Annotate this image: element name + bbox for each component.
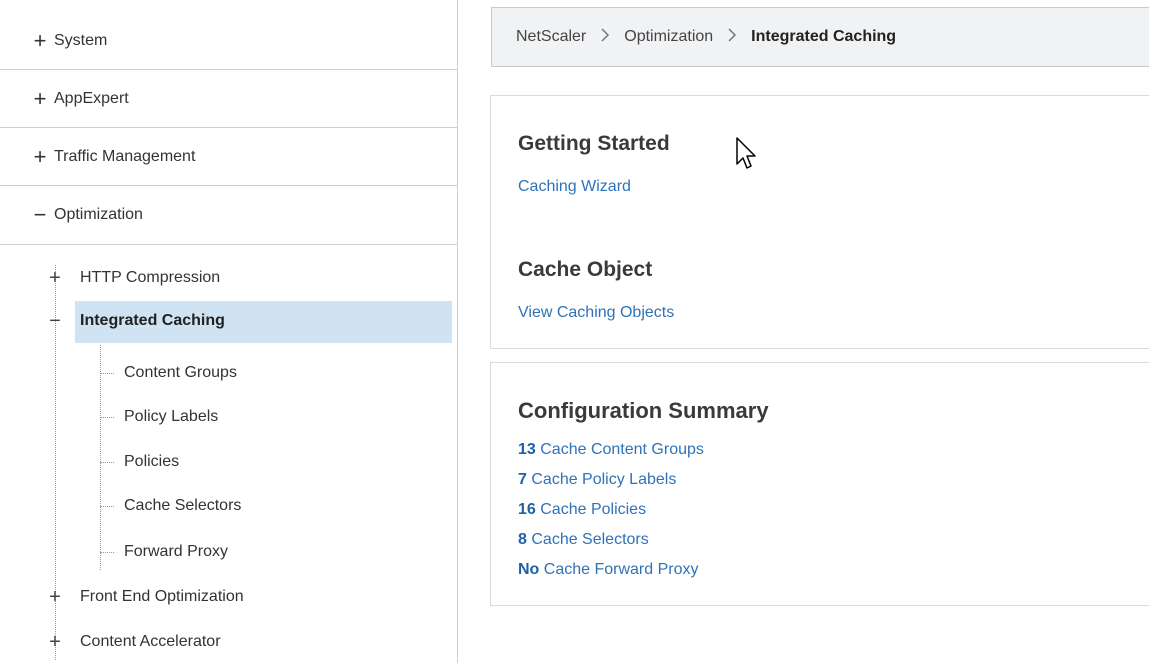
- expand-plus-icon: +: [49, 586, 61, 608]
- sidebar-item-cache-selectors[interactable]: Cache Selectors: [100, 490, 241, 522]
- summary-count: 13: [518, 441, 536, 458]
- summary-count: 7: [518, 471, 527, 488]
- sidebar-item-label: Policies: [124, 453, 180, 470]
- caching-wizard-link[interactable]: Caching Wizard: [518, 178, 631, 196]
- summary-count: No: [518, 561, 540, 578]
- summary-row-policies[interactable]: 16 Cache Policies: [518, 495, 704, 525]
- sidebar-item-content-accelerator[interactable]: + Content Accelerator: [45, 622, 221, 662]
- sidebar-item-label: Content Groups: [124, 364, 237, 381]
- getting-started-heading: Getting Started: [518, 132, 670, 155]
- sidebar-item-label: HTTP Compression: [80, 269, 221, 286]
- sidebar-nav: + System + AppExpert + Traffic Managemen…: [0, 0, 458, 663]
- tree-connector: [100, 416, 114, 418]
- summary-count: 8: [518, 531, 527, 548]
- summary-row-forward-proxy[interactable]: No Cache Forward Proxy: [518, 555, 704, 585]
- chevron-right-icon: [727, 27, 737, 48]
- sidebar-item-http-compression[interactable]: + HTTP Compression: [45, 258, 220, 298]
- sidebar-item-appexpert[interactable]: + AppExpert: [0, 70, 457, 128]
- sidebar-item-label: Integrated Caching: [80, 312, 225, 329]
- chevron-right-icon: [600, 27, 610, 48]
- sidebar-item-label: Optimization: [54, 206, 143, 223]
- configuration-summary-panel: Configuration Summary 13 Cache Content G…: [490, 362, 1149, 606]
- breadcrumb-integrated-caching: Integrated Caching: [751, 28, 897, 45]
- sidebar-item-forward-proxy[interactable]: Forward Proxy: [100, 536, 228, 568]
- sidebar-item-label: AppExpert: [54, 89, 129, 107]
- summary-label: Cache Policy Labels: [531, 471, 677, 488]
- expand-plus-icon: +: [33, 85, 47, 111]
- tree-connector: [100, 461, 114, 463]
- tree-connector: [100, 372, 114, 374]
- divider: [0, 244, 457, 245]
- summary-count: 16: [518, 501, 536, 518]
- sidebar-item-label: Traffic Management: [54, 147, 196, 165]
- breadcrumb: NetScaler Optimization Integrated Cachin…: [491, 7, 1149, 67]
- breadcrumb-netscaler[interactable]: NetScaler: [516, 28, 586, 46]
- sidebar-item-label: System: [54, 31, 108, 49]
- collapse-minus-icon: −: [33, 202, 47, 227]
- sidebar-item-label: Forward Proxy: [124, 543, 229, 560]
- sidebar-item-traffic-management[interactable]: + Traffic Management: [0, 128, 457, 186]
- summary-row-selectors[interactable]: 8 Cache Selectors: [518, 525, 704, 555]
- sidebar-item-label: Policy Labels: [124, 408, 219, 425]
- sidebar-item-integrated-caching[interactable]: − Integrated Caching: [45, 301, 452, 343]
- summary-list: 13 Cache Content Groups 7 Cache Policy L…: [518, 435, 704, 585]
- configuration-summary-heading: Configuration Summary: [518, 398, 769, 423]
- summary-label: Cache Policies: [540, 501, 647, 518]
- summary-row-content-groups[interactable]: 13 Cache Content Groups: [518, 435, 704, 465]
- view-caching-objects-link[interactable]: View Caching Objects: [518, 304, 674, 322]
- sidebar-item-system[interactable]: + System: [0, 12, 457, 70]
- sidebar-item-front-end-optimization[interactable]: + Front End Optimization: [45, 577, 244, 617]
- summary-label: Cache Selectors: [531, 531, 649, 548]
- summary-row-policy-labels[interactable]: 7 Cache Policy Labels: [518, 465, 704, 495]
- sidebar-item-label: Front End Optimization: [80, 588, 244, 605]
- tree-connector: [100, 551, 114, 553]
- cache-object-heading: Cache Object: [518, 258, 653, 281]
- sidebar-item-policies[interactable]: Policies: [100, 446, 179, 478]
- expand-plus-icon: +: [33, 143, 47, 169]
- sidebar-item-label: Cache Selectors: [124, 497, 242, 514]
- breadcrumb-optimization[interactable]: Optimization: [624, 28, 713, 46]
- sidebar-item-optimization[interactable]: − Optimization: [0, 186, 457, 244]
- tree-connector: [100, 505, 114, 507]
- summary-label: Cache Forward Proxy: [543, 561, 699, 578]
- expand-plus-icon: +: [49, 631, 61, 653]
- sidebar-item-label: Content Accelerator: [80, 633, 221, 650]
- overview-panel: Getting Started Caching Wizard Cache Obj…: [490, 95, 1149, 349]
- expand-plus-icon: +: [49, 267, 61, 289]
- expand-plus-icon: +: [33, 27, 47, 53]
- summary-label: Cache Content Groups: [540, 441, 704, 458]
- collapse-minus-icon: −: [49, 310, 61, 332]
- sidebar-item-content-groups[interactable]: Content Groups: [100, 357, 237, 389]
- mouse-pointer-icon: [735, 136, 759, 177]
- sidebar-item-policy-labels[interactable]: Policy Labels: [100, 401, 218, 433]
